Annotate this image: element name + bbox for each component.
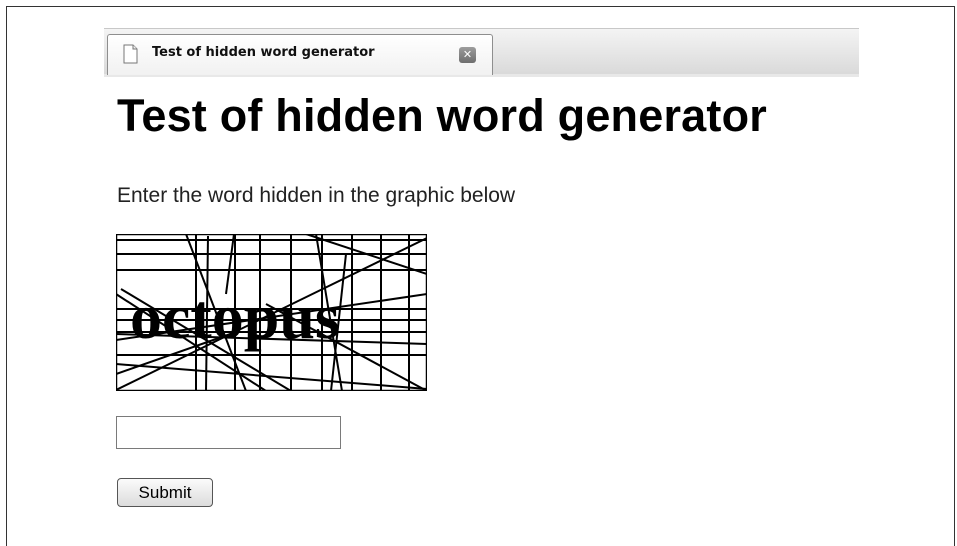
captcha-word: octopus bbox=[130, 281, 340, 352]
submit-button[interactable]: Submit bbox=[117, 478, 213, 507]
document-icon bbox=[123, 44, 138, 64]
tab-title: Test of hidden word generator bbox=[152, 45, 375, 60]
tab-active[interactable]: Test of hidden word generator ✕ bbox=[107, 34, 493, 75]
close-icon[interactable]: ✕ bbox=[459, 47, 476, 63]
captcha-answer-input[interactable] bbox=[116, 416, 341, 449]
captcha-image: octopus bbox=[116, 234, 427, 391]
page-title: Test of hidden word generator bbox=[117, 90, 767, 141]
instructions-text: Enter the word hidden in the graphic bel… bbox=[117, 184, 516, 207]
